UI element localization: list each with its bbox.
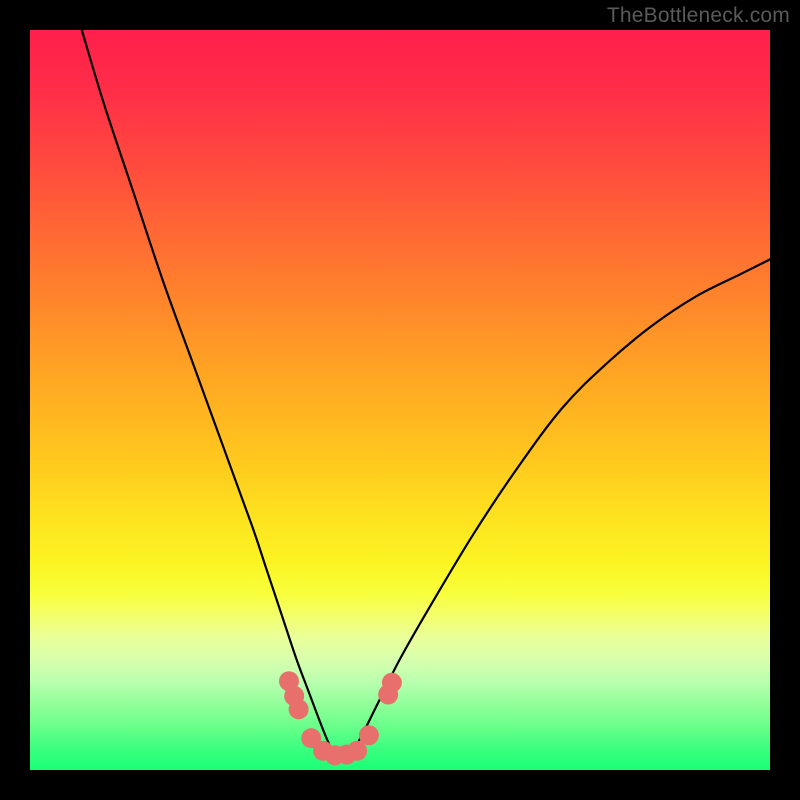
plot-area: [30, 30, 770, 770]
data-marker: [359, 725, 379, 745]
data-marker: [289, 699, 309, 719]
chart-frame: TheBottleneck.com: [0, 0, 800, 800]
curve-layer: [30, 30, 770, 770]
curve-path: [82, 30, 770, 755]
marker-group: [279, 671, 402, 765]
data-marker: [382, 673, 402, 693]
bottleneck-curve: [82, 30, 770, 755]
watermark: TheBottleneck.com: [607, 4, 790, 28]
